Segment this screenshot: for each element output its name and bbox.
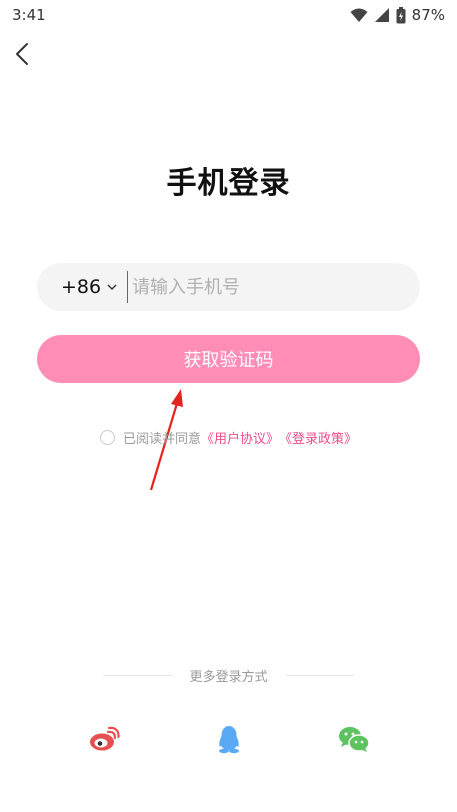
battery-icon (396, 6, 406, 24)
wechat-login-button[interactable] (337, 724, 371, 754)
phone-input-row: +86 (37, 263, 420, 311)
divider-line (285, 674, 355, 676)
phone-number-input[interactable] (127, 271, 412, 303)
wechat-icon (339, 727, 370, 752)
chevron-down-icon (107, 284, 117, 290)
user-agreement-link[interactable]: 《用户协议》 (201, 428, 279, 447)
status-time: 3:41 (12, 6, 46, 24)
country-code-label: +86 (61, 276, 102, 298)
more-login-label: 更多登录方式 (189, 669, 268, 685)
page-title: 手机登录 (166, 166, 291, 201)
chevron-left-icon (16, 43, 28, 65)
signal-icon (374, 7, 390, 23)
agreement-checkbox[interactable] (99, 429, 115, 445)
get-verification-code-button[interactable]: 获取验证码 (37, 335, 420, 383)
weibo-icon (90, 726, 120, 751)
status-icons: 87% (350, 5, 445, 25)
more-login-divider: 更多登录方式 (103, 664, 355, 686)
agreement-prefix: 已阅读并同意 (122, 431, 201, 447)
agreement-row: 已阅读并同意 《用户协议》 《登录政策》 (0, 426, 457, 448)
divider-line (103, 674, 172, 676)
battery-percentage: 87% (411, 6, 445, 24)
wifi-icon (350, 7, 368, 23)
country-code-selector[interactable]: +86 (61, 263, 117, 311)
login-policy-link[interactable]: 《登录政策》 (279, 428, 357, 447)
back-button[interactable] (8, 38, 38, 70)
weibo-login-button[interactable] (87, 724, 121, 754)
qq-icon (219, 726, 239, 754)
qq-login-button[interactable] (212, 724, 246, 754)
status-bar: 3:41 87% (0, 0, 457, 30)
